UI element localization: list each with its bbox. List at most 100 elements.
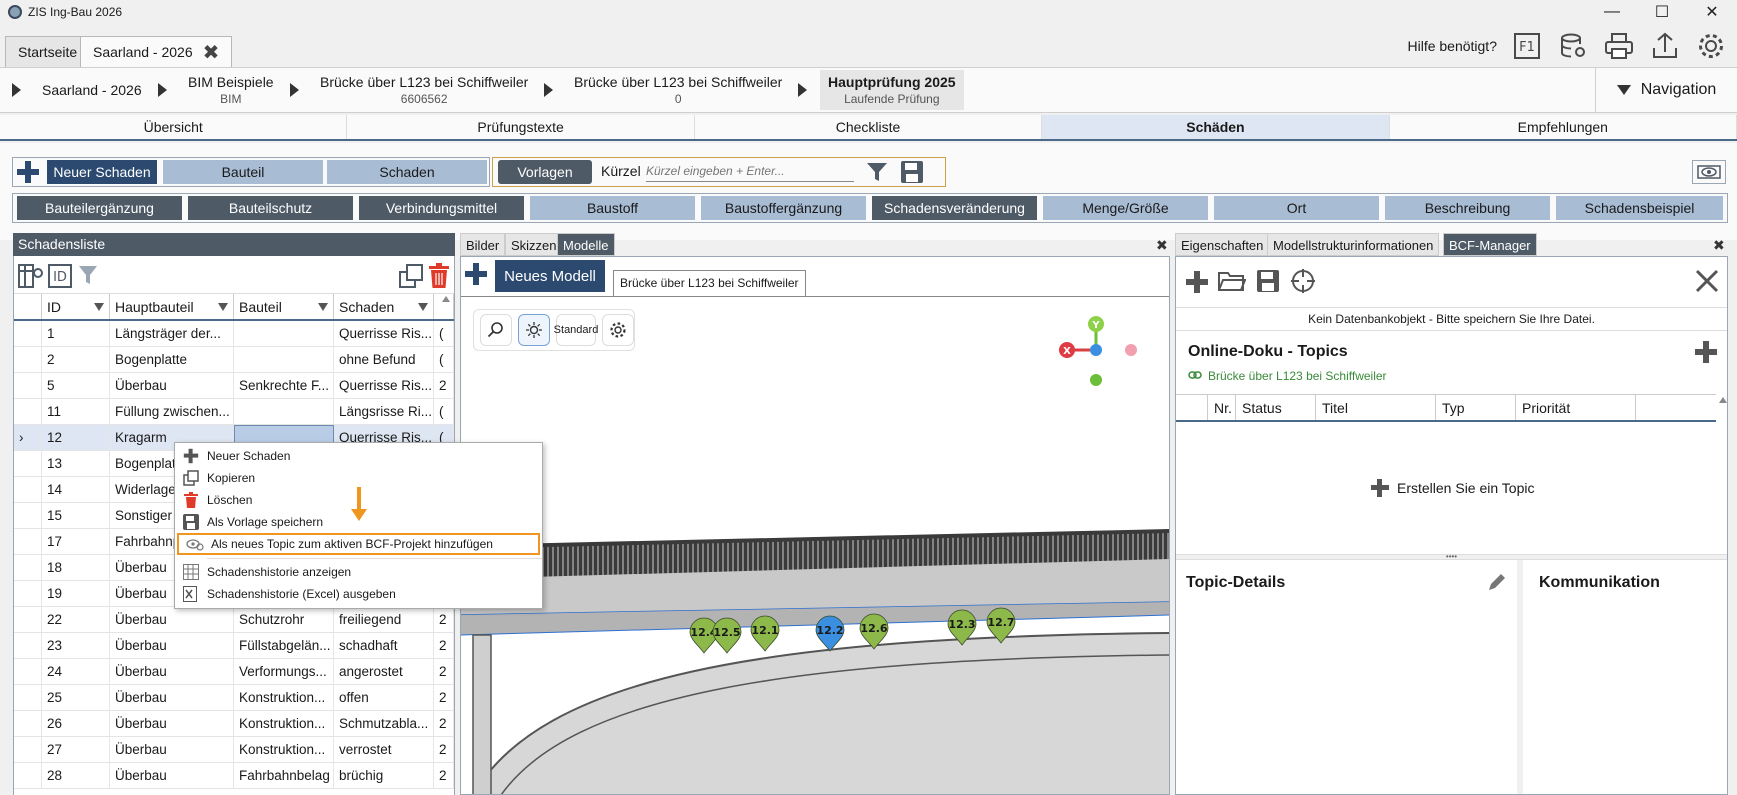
navigation-button[interactable]: Navigation — [1595, 68, 1737, 112]
table-row[interactable]: 11 Füllung zwischen... Längsrisse Ri...( — [14, 399, 454, 425]
menu-item-history-excel[interactable]: Schadenshistorie (Excel) ausgeben — [175, 583, 542, 605]
copy-entry-icon[interactable] — [399, 264, 423, 291]
light-sun-icon[interactable] — [518, 314, 550, 346]
project-link[interactable]: Brücke über L123 bei Schiffweiler — [1188, 369, 1387, 383]
topic-col-typ[interactable]: Typ — [1436, 395, 1516, 420]
tab-bilder[interactable]: Bilder — [460, 233, 506, 256]
menu-item-copy[interactable]: Kopieren — [175, 467, 542, 489]
tab-bcf-manager[interactable]: BCF-Manager — [1443, 233, 1537, 256]
table-row[interactable]: 28 Überbau Fahrbahnbelag brüchig 2 — [14, 763, 454, 789]
close-center-panel-icon[interactable]: ✖ — [1156, 237, 1168, 254]
breadcrumb-item-bridge-part[interactable]: Brücke über L123 bei Schiffweiler 0 — [574, 74, 782, 106]
crosshair-icon[interactable] — [1290, 268, 1316, 297]
attr-verbindungsmittel-button[interactable]: Verbindungsmittel — [359, 196, 524, 220]
table-row[interactable]: 5 Überbau Senkrechte F... Querrisse Ris... 2 — [14, 373, 454, 399]
col-bauteil[interactable]: Bauteil — [234, 294, 334, 319]
breadcrumb-item-inspection[interactable]: Hauptprüfung 2025 Laufende Prüfung — [820, 70, 964, 110]
attr-bauteilschutz-button[interactable]: Bauteilschutz — [188, 196, 353, 220]
filter-icon[interactable] — [866, 161, 888, 186]
tab-empfehlungen[interactable]: Empfehlungen — [1390, 115, 1737, 139]
add-topic-icon[interactable] — [1695, 341, 1717, 363]
bcf-close-icon[interactable] — [1695, 269, 1719, 296]
bcf-add-icon[interactable] — [1186, 271, 1208, 293]
attr-bauteilergaenzung-button[interactable]: Bauteilergänzung — [17, 196, 182, 220]
delete-trash-icon[interactable] — [428, 263, 450, 292]
table-row[interactable]: 26 Überbau Konstruktion... Schmutzabla... 2 — [14, 711, 454, 737]
attr-ort-button[interactable]: Ort — [1214, 196, 1379, 220]
scroll-up-icon[interactable] — [442, 296, 450, 302]
column-filter-icon[interactable] — [218, 303, 228, 311]
tab-saarland[interactable]: Saarland - 2026 ✖ — [80, 36, 233, 67]
table-row[interactable]: 2 Bogenplatte ohne Befund( — [14, 347, 454, 373]
attr-baustoffergaenzung-button[interactable]: Baustoffergänzung — [701, 196, 866, 220]
settings-gear-icon[interactable] — [1695, 30, 1727, 62]
column-filter-icon[interactable] — [318, 303, 328, 311]
new-model-button[interactable]: Neues Modell — [495, 260, 605, 292]
standard-view-button[interactable]: Standard — [554, 314, 598, 346]
axis-gizmo[interactable]: Y X — [1051, 287, 1151, 387]
table-row[interactable]: 22 Überbau Schutzrohr freiliegend 2 — [14, 607, 454, 633]
menu-item-add-bcf-topic[interactable]: Als neues Topic zum aktiven BCF-Projekt … — [177, 533, 540, 555]
topic-col-prioritaet[interactable]: Priorität — [1516, 395, 1636, 420]
minimize-button[interactable]: — — [1587, 0, 1637, 24]
id-icon[interactable]: ID — [48, 264, 72, 291]
schaden-button[interactable]: Schaden — [327, 160, 487, 184]
menu-item-new-damage[interactable]: Neuer Schaden — [175, 445, 542, 467]
viewer-settings-gear-icon[interactable] — [602, 314, 634, 346]
vorlagen-button[interactable]: Vorlagen — [498, 160, 592, 184]
col-schaden[interactable]: Schaden — [334, 294, 434, 319]
rotate-search-icon[interactable] — [480, 314, 512, 346]
topic-col-status[interactable]: Status — [1236, 395, 1316, 420]
edit-pencil-icon[interactable] — [1487, 572, 1507, 595]
table-row[interactable]: 1 Längsträger der... Querrisse Ris...( — [14, 321, 454, 347]
tab-uebersicht[interactable]: Übersicht — [0, 115, 348, 139]
column-filter-icon[interactable] — [94, 303, 104, 311]
bauteil-button[interactable]: Bauteil — [163, 160, 323, 184]
breadcrumb-item-saarland[interactable]: Saarland - 2026 — [42, 82, 142, 98]
tab-eigenschaften[interactable]: Eigenschaften — [1175, 233, 1270, 256]
tab-startseite[interactable]: Startseite — [5, 36, 91, 67]
print-icon[interactable] — [1603, 30, 1635, 62]
create-topic-button[interactable]: Erstellen Sie ein Topic — [1371, 479, 1534, 497]
model-tab[interactable]: Brücke über L123 bei Schiffweiler — [613, 270, 806, 296]
close-right-panel-icon[interactable]: ✖ — [1713, 237, 1725, 254]
col-hauptbauteil[interactable]: Hauptbauteil — [110, 294, 234, 319]
visibility-eye-icon[interactable] — [1692, 160, 1726, 184]
column-filter-icon[interactable] — [418, 303, 428, 311]
kuerzel-input[interactable] — [646, 160, 854, 182]
breadcrumb-item-bim[interactable]: BIM Beispiele BIM — [188, 74, 274, 106]
attr-schadensveraenderung-button[interactable]: Schadensveränderung — [872, 196, 1037, 220]
list-filter-icon[interactable] — [78, 264, 98, 289]
close-tab-icon[interactable]: ✖ — [203, 40, 220, 65]
new-damage-button[interactable]: Neuer Schaden — [47, 160, 157, 184]
menu-item-history[interactable]: Schadenshistorie anzeigen — [175, 561, 542, 583]
open-folder-icon[interactable] — [1218, 270, 1247, 295]
close-window-button[interactable]: ✕ — [1687, 0, 1737, 24]
topic-col-titel[interactable]: Titel — [1316, 395, 1436, 420]
add-damage-plus-icon[interactable] — [17, 161, 39, 183]
attr-schadensbeispiel-button[interactable]: Schadensbeispiel — [1556, 196, 1723, 220]
table-row[interactable]: 24 Überbau Verformungs... angerostet 2 — [14, 659, 454, 685]
tab-pruefungstexte[interactable]: Prüfungstexte — [347, 115, 695, 139]
table-row[interactable]: 27 Überbau Konstruktion... verrostet 2 — [14, 737, 454, 763]
attr-baustoff-button[interactable]: Baustoff — [530, 196, 695, 220]
column-settings-icon[interactable] — [18, 264, 44, 291]
upload-icon[interactable] — [1649, 30, 1681, 62]
maximize-button[interactable]: ☐ — [1637, 0, 1687, 24]
tab-checkliste[interactable]: Checkliste — [695, 115, 1043, 139]
tab-modellstruktur[interactable]: Modellstrukturinformationen — [1267, 233, 1440, 256]
attr-menge-groesse-button[interactable]: Menge/Größe — [1043, 196, 1208, 220]
bcf-save-icon[interactable] — [1256, 269, 1280, 296]
col-id[interactable]: ID — [42, 294, 110, 319]
tab-modelle[interactable]: Modelle — [557, 233, 615, 256]
attr-beschreibung-button[interactable]: Beschreibung — [1385, 196, 1550, 220]
table-row[interactable]: 23 Überbau Füllstabgelän... schadhaft 2 — [14, 633, 454, 659]
topic-col-nr[interactable]: Nr. — [1208, 395, 1236, 420]
topic-scroll-up-icon[interactable] — [1719, 397, 1727, 403]
breadcrumb-item-bridge[interactable]: Brücke über L123 bei Schiffweiler 6606562 — [320, 74, 528, 106]
database-icon[interactable] — [1557, 30, 1589, 62]
save-template-icon[interactable] — [900, 160, 924, 187]
tab-skizzen[interactable]: Skizzen — [505, 233, 563, 256]
add-model-plus-icon[interactable] — [465, 263, 487, 285]
table-row[interactable]: 25 Überbau Konstruktion... offen 2 — [14, 685, 454, 711]
